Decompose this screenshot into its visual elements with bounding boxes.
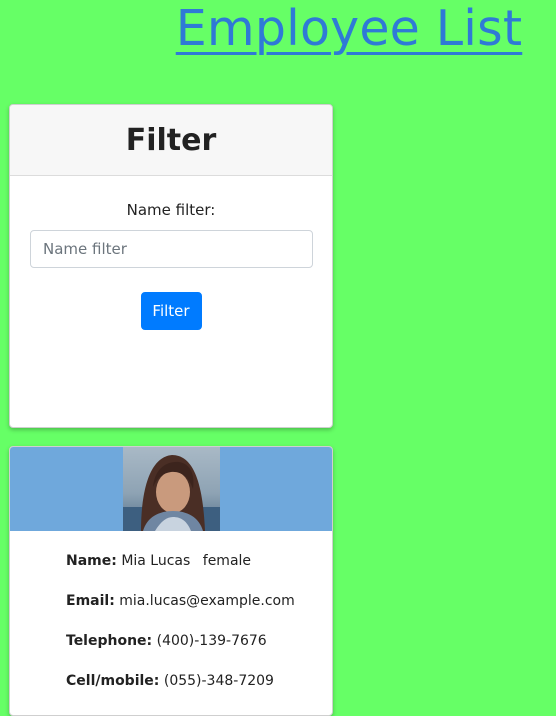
- photo-banner: [10, 447, 332, 531]
- employee-email: mia.lucas@example.com: [119, 593, 295, 609]
- name-filter-input[interactable]: [30, 230, 313, 268]
- employee-gender: female: [202, 553, 252, 569]
- portrait-photo-icon: [123, 447, 220, 531]
- employee-name-row: Name: Mia Lucas female: [66, 552, 332, 570]
- employee-telephone-row: Telephone: (400)-139-7676: [66, 632, 332, 650]
- filter-heading: Filter: [125, 122, 217, 158]
- filter-card-header: Filter: [10, 105, 332, 176]
- name-filter-label: Name filter:: [126, 201, 216, 219]
- name-label: Name:: [66, 553, 117, 569]
- employee-telephone: (400)-139-7676: [156, 633, 267, 649]
- page-title: Employee List: [0, 0, 556, 58]
- page-title-link[interactable]: Employee List: [176, 0, 523, 58]
- employee-cell: (055)-348-7209: [163, 673, 274, 689]
- cell-label: Cell/mobile:: [66, 673, 160, 689]
- employee-avatar: [123, 447, 220, 531]
- filter-card: Filter Name filter: Filter: [9, 104, 333, 428]
- filter-button[interactable]: Filter: [140, 292, 202, 330]
- employee-name: Mia Lucas: [121, 553, 191, 569]
- employee-email-row: Email: mia.lucas@example.com: [66, 592, 332, 610]
- telephone-label: Telephone:: [66, 633, 153, 649]
- employee-card: Name: Mia Lucas female Email: mia.lucas@…: [9, 446, 333, 716]
- email-label: Email:: [66, 593, 115, 609]
- employee-cell-row: Cell/mobile: (055)-348-7209: [66, 672, 332, 690]
- employee-details: Name: Mia Lucas female Email: mia.lucas@…: [10, 531, 332, 690]
